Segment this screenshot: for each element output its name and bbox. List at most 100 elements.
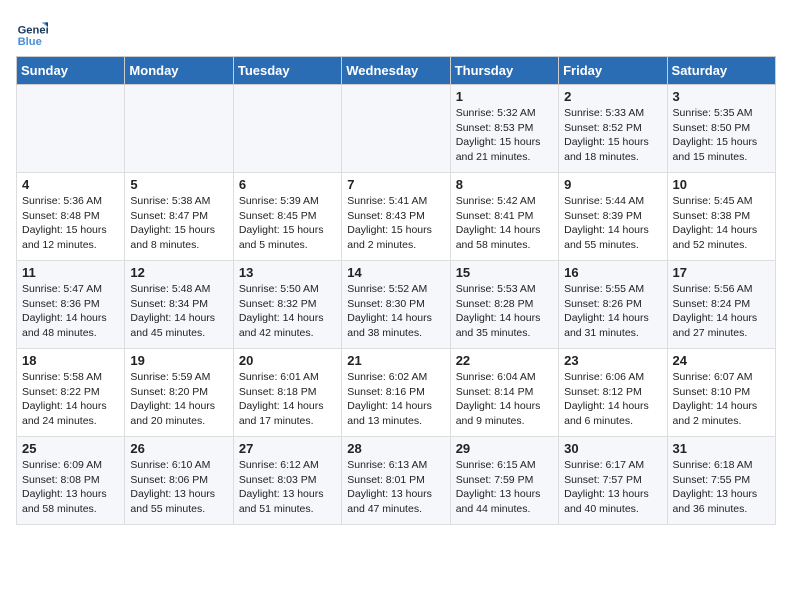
calendar-cell: 15 Sunrise: 5:53 AM Sunset: 8:28 PM Dayli…	[450, 261, 558, 349]
day-info: Sunrise: 6:04 AM Sunset: 8:14 PM Dayligh…	[456, 370, 553, 429]
calendar-cell: 20Sunrise: 6:01 AM Sunset: 8:18 PM Dayli…	[233, 349, 341, 437]
day-number: 22	[456, 353, 553, 368]
calendar-week-row: 11Sunrise: 5:47 AM Sunset: 8:36 PM Dayli…	[17, 261, 776, 349]
weekday-header: Tuesday	[233, 57, 341, 85]
day-info: Sunrise: 5:33 AM Sunset: 8:52 PM Dayligh…	[564, 106, 661, 165]
day-info: Sunrise: 5:42 AM Sunset: 8:41 PM Dayligh…	[456, 194, 553, 253]
logo-icon: General Blue	[16, 16, 48, 48]
day-number: 25	[22, 441, 119, 456]
calendar-cell: 27 Sunrise: 6:12 AM Sunset: 8:03 PM Dayli…	[233, 437, 341, 525]
day-info: Sunrise: 6:07 AM Sunset: 8:10 PM Dayligh…	[673, 370, 770, 429]
day-info: Sunrise: 6:15 AM Sunset: 7:59 PM Dayligh…	[456, 458, 553, 517]
day-number: 13	[239, 265, 336, 280]
day-info: Sunrise: 5:39 AM Sunset: 8:45 PM Dayligh…	[239, 194, 336, 253]
day-info: Sunrise: 5:35 AM Sunset: 8:50 PM Dayligh…	[673, 106, 770, 165]
day-info: Sunrise: 5:32 AM Sunset: 8:53 PM Dayligh…	[456, 106, 553, 165]
day-number: 18	[22, 353, 119, 368]
day-number: 2	[564, 89, 661, 104]
calendar-week-row: 18 Sunrise: 5:58 AM Sunset: 8:22 PM Dayli…	[17, 349, 776, 437]
calendar-cell: 21 Sunrise: 6:02 AM Sunset: 8:16 PM Dayli…	[342, 349, 450, 437]
day-info: Sunrise: 5:45 AM Sunset: 8:38 PM Dayligh…	[673, 194, 770, 253]
weekday-header: Sunday	[17, 57, 125, 85]
day-info: Sunrise: 6:12 AM Sunset: 8:03 PM Dayligh…	[239, 458, 336, 517]
day-info: Sunrise: 5:56 AM Sunset: 8:24 PM Dayligh…	[673, 282, 770, 341]
day-number: 31	[673, 441, 770, 456]
day-number: 4	[22, 177, 119, 192]
day-number: 24	[673, 353, 770, 368]
day-info: Sunrise: 5:52 AM Sunset: 8:30 PM Dayligh…	[347, 282, 444, 341]
calendar-cell: 8 Sunrise: 5:42 AM Sunset: 8:41 PM Daylig…	[450, 173, 558, 261]
day-number: 15	[456, 265, 553, 280]
calendar-week-row: 25Sunrise: 6:09 AM Sunset: 8:08 PM Dayli…	[17, 437, 776, 525]
day-number: 5	[130, 177, 227, 192]
calendar-cell: 25Sunrise: 6:09 AM Sunset: 8:08 PM Dayli…	[17, 437, 125, 525]
calendar-cell: 28 Sunrise: 6:13 AM Sunset: 8:01 PM Dayli…	[342, 437, 450, 525]
logo: General Blue	[16, 16, 52, 48]
calendar-cell: 16 Sunrise: 5:55 AM Sunset: 8:26 PM Dayli…	[559, 261, 667, 349]
day-number: 16	[564, 265, 661, 280]
day-number: 11	[22, 265, 119, 280]
calendar-cell: 6 Sunrise: 5:39 AM Sunset: 8:45 PM Daylig…	[233, 173, 341, 261]
day-info: Sunrise: 5:41 AM Sunset: 8:43 PM Dayligh…	[347, 194, 444, 253]
day-info: Sunrise: 5:53 AM Sunset: 8:28 PM Dayligh…	[456, 282, 553, 341]
day-info: Sunrise: 5:55 AM Sunset: 8:26 PM Dayligh…	[564, 282, 661, 341]
day-number: 7	[347, 177, 444, 192]
calendar-cell: 2 Sunrise: 5:33 AM Sunset: 8:52 PM Daylig…	[559, 85, 667, 173]
day-number: 8	[456, 177, 553, 192]
day-number: 17	[673, 265, 770, 280]
calendar-cell: 13 Sunrise: 5:50 AM Sunset: 8:32 PM Dayli…	[233, 261, 341, 349]
calendar-cell: 3 Sunrise: 5:35 AM Sunset: 8:50 PM Daylig…	[667, 85, 775, 173]
calendar-cell: 17 Sunrise: 5:56 AM Sunset: 8:24 PM Dayli…	[667, 261, 775, 349]
calendar-cell: 30 Sunrise: 6:17 AM Sunset: 7:57 PM Dayli…	[559, 437, 667, 525]
calendar-cell: 1 Sunrise: 5:32 AM Sunset: 8:53 PM Daylig…	[450, 85, 558, 173]
weekday-header: Friday	[559, 57, 667, 85]
svg-text:General: General	[18, 25, 48, 37]
day-number: 27	[239, 441, 336, 456]
day-number: 19	[130, 353, 227, 368]
day-number: 12	[130, 265, 227, 280]
calendar-cell: 5 Sunrise: 5:38 AM Sunset: 8:47 PM Daylig…	[125, 173, 233, 261]
day-number: 10	[673, 177, 770, 192]
day-info: Sunrise: 6:17 AM Sunset: 7:57 PM Dayligh…	[564, 458, 661, 517]
day-info: Sunrise: 5:36 AM Sunset: 8:48 PM Dayligh…	[22, 194, 119, 253]
calendar-week-row: 4 Sunrise: 5:36 AM Sunset: 8:48 PM Daylig…	[17, 173, 776, 261]
calendar-cell: 10 Sunrise: 5:45 AM Sunset: 8:38 PM Dayli…	[667, 173, 775, 261]
day-number: 14	[347, 265, 444, 280]
day-number: 3	[673, 89, 770, 104]
weekday-header: Thursday	[450, 57, 558, 85]
day-number: 9	[564, 177, 661, 192]
calendar-cell	[125, 85, 233, 173]
calendar-cell: 7 Sunrise: 5:41 AM Sunset: 8:43 PM Daylig…	[342, 173, 450, 261]
day-info: Sunrise: 6:13 AM Sunset: 8:01 PM Dayligh…	[347, 458, 444, 517]
calendar-cell: 14 Sunrise: 5:52 AM Sunset: 8:30 PM Dayli…	[342, 261, 450, 349]
calendar-cell: 9 Sunrise: 5:44 AM Sunset: 8:39 PM Daylig…	[559, 173, 667, 261]
day-number: 20	[239, 353, 336, 368]
calendar-cell: 4 Sunrise: 5:36 AM Sunset: 8:48 PM Daylig…	[17, 173, 125, 261]
calendar-cell: 24 Sunrise: 6:07 AM Sunset: 8:10 PM Dayli…	[667, 349, 775, 437]
weekday-header: Monday	[125, 57, 233, 85]
calendar-week-row: 1 Sunrise: 5:32 AM Sunset: 8:53 PM Daylig…	[17, 85, 776, 173]
day-info: Sunrise: 5:58 AM Sunset: 8:22 PM Dayligh…	[22, 370, 119, 429]
weekday-header: Wednesday	[342, 57, 450, 85]
day-info: Sunrise: 6:18 AM Sunset: 7:55 PM Dayligh…	[673, 458, 770, 517]
calendar-cell: 29Sunrise: 6:15 AM Sunset: 7:59 PM Dayli…	[450, 437, 558, 525]
day-info: Sunrise: 5:50 AM Sunset: 8:32 PM Dayligh…	[239, 282, 336, 341]
day-number: 23	[564, 353, 661, 368]
header: General Blue	[16, 16, 776, 48]
day-number: 21	[347, 353, 444, 368]
day-info: Sunrise: 6:10 AM Sunset: 8:06 PM Dayligh…	[130, 458, 227, 517]
day-number: 30	[564, 441, 661, 456]
svg-text:Blue: Blue	[18, 36, 42, 48]
day-info: Sunrise: 6:02 AM Sunset: 8:16 PM Dayligh…	[347, 370, 444, 429]
day-info: Sunrise: 5:48 AM Sunset: 8:34 PM Dayligh…	[130, 282, 227, 341]
day-info: Sunrise: 6:06 AM Sunset: 8:12 PM Dayligh…	[564, 370, 661, 429]
calendar-cell: 31 Sunrise: 6:18 AM Sunset: 7:55 PM Dayli…	[667, 437, 775, 525]
calendar-cell	[342, 85, 450, 173]
day-info: Sunrise: 5:38 AM Sunset: 8:47 PM Dayligh…	[130, 194, 227, 253]
calendar-cell	[17, 85, 125, 173]
calendar-table: SundayMondayTuesdayWednesdayThursdayFrid…	[16, 56, 776, 525]
day-number: 28	[347, 441, 444, 456]
day-number: 1	[456, 89, 553, 104]
day-info: Sunrise: 5:44 AM Sunset: 8:39 PM Dayligh…	[564, 194, 661, 253]
day-number: 6	[239, 177, 336, 192]
